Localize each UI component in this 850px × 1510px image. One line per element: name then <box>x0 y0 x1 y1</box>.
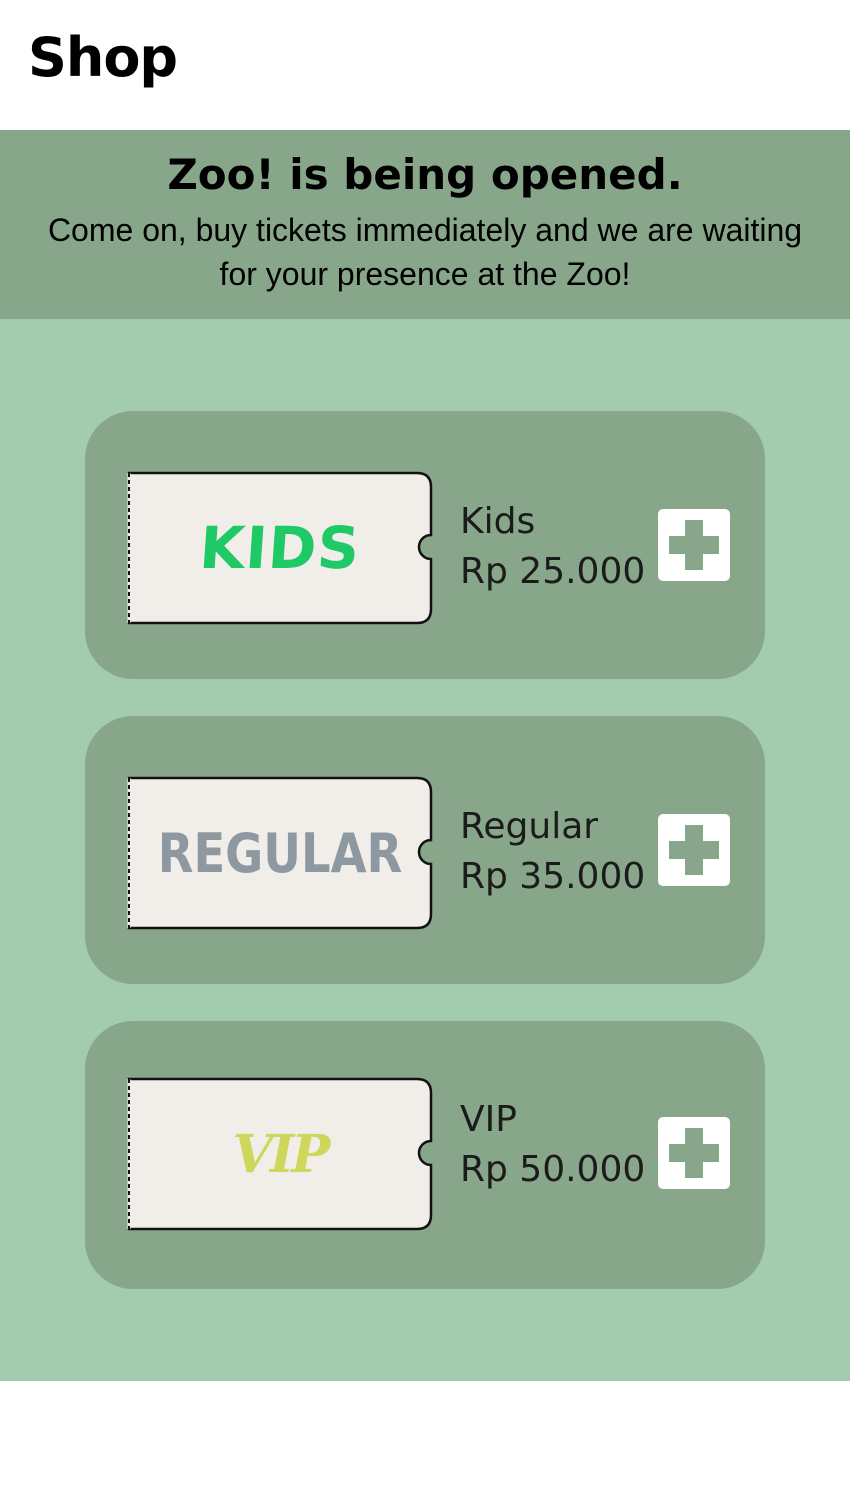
ticket-card-regular: REGULAR Regular Rp 35.000 <box>85 716 765 984</box>
plus-icon <box>669 1128 719 1178</box>
app-header: Shop <box>0 0 850 130</box>
banner-subtitle: Come on, buy tickets immediately and we … <box>47 212 803 292</box>
banner-title: Zoo! is being opened. <box>167 150 683 199</box>
ticket-badge-regular: REGULAR <box>157 821 403 885</box>
add-vip-ticket-button[interactable] <box>658 1117 730 1189</box>
announcement-banner: Zoo! is being opened. Come on, buy ticke… <box>0 130 850 319</box>
plus-icon <box>669 825 719 875</box>
add-kids-ticket-button[interactable] <box>658 509 730 581</box>
ticket-info-regular: Regular Rp 35.000 <box>460 802 645 902</box>
ticket-name: VIP <box>460 1099 517 1140</box>
ticket-image-kids: KIDS <box>127 471 433 625</box>
ticket-list: KIDS Kids Rp 25.000 REGULAR Regular Rp 3… <box>0 319 850 1381</box>
ticket-price: Rp 50.000 <box>460 1149 646 1190</box>
ticket-name: Regular <box>460 806 599 847</box>
shop-page: Shop Zoo! is being opened. Come on, buy … <box>0 0 850 1510</box>
ticket-image-vip: VIP <box>127 1077 433 1231</box>
ticket-card-kids: KIDS Kids Rp 25.000 <box>85 411 765 679</box>
ticket-image-regular: REGULAR <box>127 776 433 930</box>
ticket-badge-vip: VIP <box>232 1123 331 1185</box>
ticket-price: Rp 25.000 <box>460 551 646 592</box>
add-regular-ticket-button[interactable] <box>658 814 730 886</box>
ticket-name: Kids <box>460 501 536 542</box>
page-title: Shop <box>28 26 178 89</box>
ticket-card-vip: VIP VIP Rp 50.000 <box>85 1021 765 1289</box>
ticket-info-vip: VIP Rp 50.000 <box>460 1095 645 1195</box>
plus-icon <box>669 520 719 570</box>
ticket-badge-kids: KIDS <box>197 514 363 582</box>
ticket-price: Rp 35.000 <box>460 856 646 897</box>
ticket-info-kids: Kids Rp 25.000 <box>460 497 645 597</box>
